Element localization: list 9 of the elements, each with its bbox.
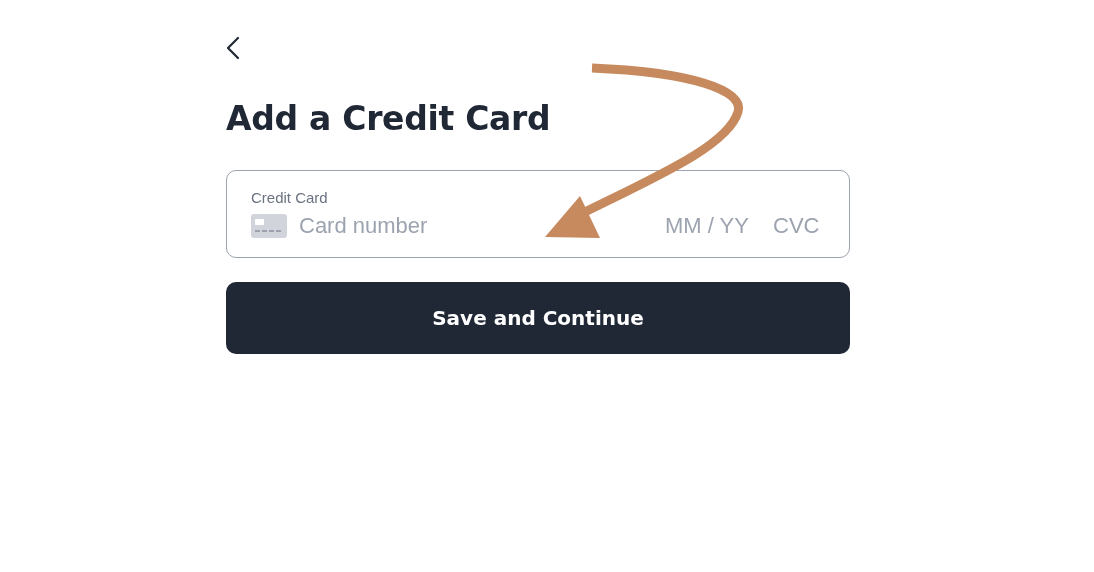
back-button[interactable]: [226, 34, 242, 60]
expiry-field[interactable]: MM / YY: [665, 213, 761, 239]
card-input-box[interactable]: Credit Card Card number MM / YY CVC: [226, 170, 850, 258]
page-title: Add a Credit Card: [226, 98, 552, 140]
cvc-field[interactable]: CVC: [773, 213, 825, 239]
save-and-continue-button[interactable]: Save and Continue: [226, 282, 850, 354]
card-number-field[interactable]: Card number: [299, 213, 653, 239]
field-label: Credit Card: [251, 189, 328, 206]
credit-card-icon: [251, 214, 287, 238]
